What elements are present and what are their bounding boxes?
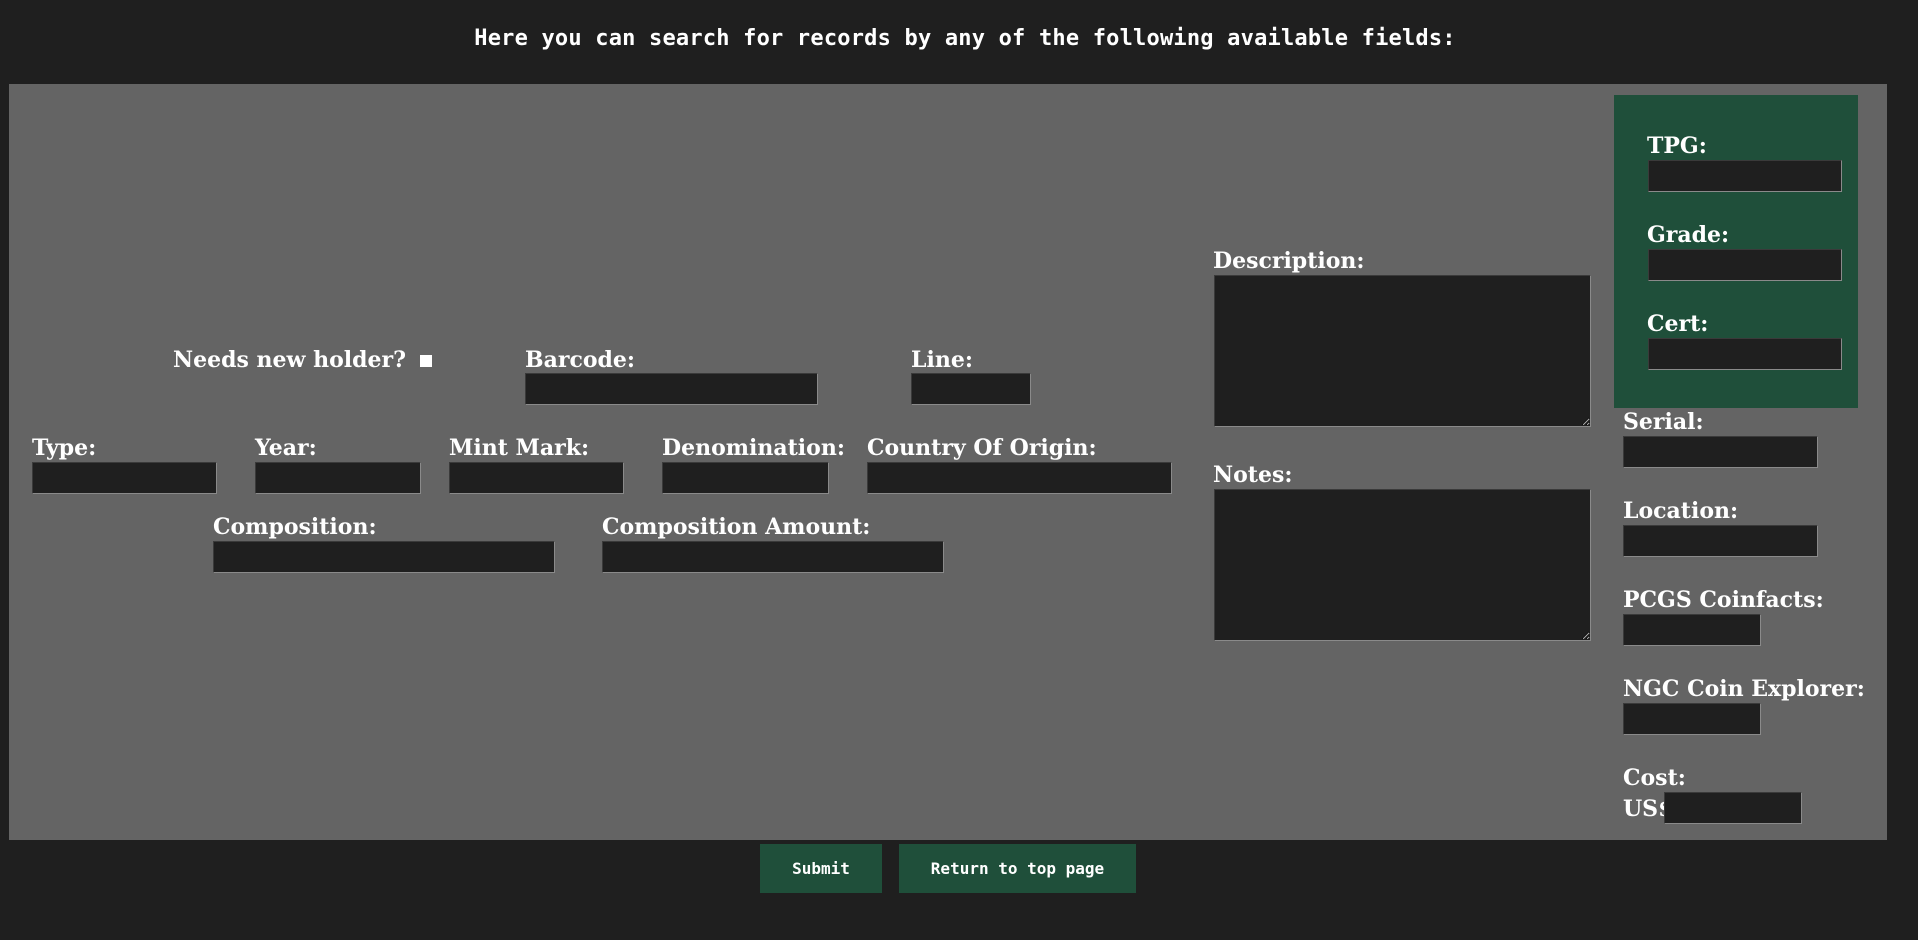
grade-label: Grade: [1647,222,1730,248]
mint-mark-label: Mint Mark: [449,435,590,461]
needs-new-holder-label: Needs new holder? [173,347,407,373]
needs-new-holder-checkbox[interactable] [420,355,432,367]
tpg-input[interactable] [1648,160,1842,192]
type-input[interactable] [32,462,217,494]
return-to-top-button[interactable]: Return to top page [899,844,1136,893]
ngc-coin-explorer-label: NGC Coin Explorer: [1623,676,1865,702]
barcode-label: Barcode: [525,347,636,373]
submit-button[interactable]: Submit [760,844,882,893]
serial-label: Serial: [1623,409,1704,435]
cert-input[interactable] [1648,338,1842,370]
page-heading: Here you can search for records by any o… [474,26,1456,51]
pcgs-coinfacts-input[interactable] [1623,614,1761,646]
country-of-origin-input[interactable] [867,462,1172,494]
denomination-input[interactable] [662,462,829,494]
composition-input[interactable] [213,541,555,573]
year-input[interactable] [255,462,421,494]
cost-input[interactable] [1664,792,1802,824]
cost-label: Cost: [1623,765,1686,791]
line-label: Line: [911,347,973,373]
mint-mark-input[interactable] [449,462,624,494]
country-of-origin-label: Country Of Origin: [867,435,1097,461]
location-label: Location: [1623,498,1739,524]
serial-input[interactable] [1623,436,1818,468]
barcode-input[interactable] [525,373,818,405]
notes-label: Notes: [1213,462,1293,488]
grade-input[interactable] [1648,249,1842,281]
tpg-label: TPG: [1647,133,1707,159]
pcgs-coinfacts-label: PCGS Coinfacts: [1623,587,1824,613]
description-label: Description: [1213,248,1365,274]
type-label: Type: [32,435,97,461]
line-input[interactable] [911,373,1031,405]
composition-amount-input[interactable] [602,541,944,573]
cert-label: Cert: [1647,311,1709,337]
composition-amount-label: Composition Amount: [602,514,871,540]
notes-textarea[interactable] [1214,489,1591,641]
description-textarea[interactable] [1214,275,1591,427]
ngc-coin-explorer-input[interactable] [1623,703,1761,735]
denomination-label: Denomination: [662,435,845,461]
location-input[interactable] [1623,525,1818,557]
composition-label: Composition: [213,514,377,540]
year-label: Year: [255,435,317,461]
